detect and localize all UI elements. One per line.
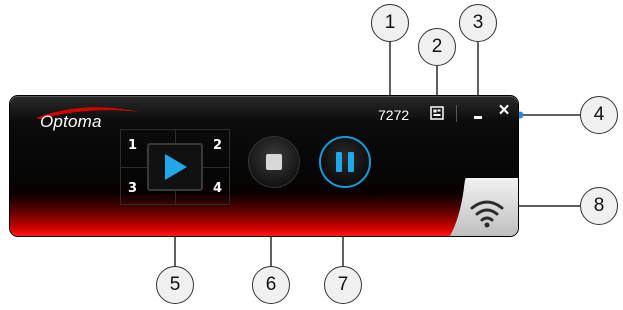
callout-7: 7 [324,266,362,304]
quadrant-3-button[interactable]: 3 [128,181,137,196]
qr-code-icon [430,106,444,120]
title-divider [456,105,457,122]
callout-6: 6 [252,266,290,304]
play-icon [165,154,187,180]
stop-icon [266,154,282,170]
quadrant-2-button[interactable]: 2 [213,138,222,153]
pause-icon [336,152,342,172]
callout-5: 5 [156,266,194,304]
wifi-button[interactable] [450,178,518,236]
login-code: 7272 [378,107,410,123]
close-button[interactable]: × [495,100,513,122]
callout-8: 8 [580,187,618,225]
play-fullscreen-button[interactable] [147,143,203,191]
split-screen-selector: 1 2 3 4 [120,129,230,205]
callout-4: 4 [580,96,618,134]
quadrant-1-button[interactable]: 1 [128,138,137,153]
callout-3: 3 [459,4,497,42]
brand-logo: Optoma [40,112,102,131]
pause-button[interactable] [319,136,371,188]
stop-button[interactable] [248,136,300,188]
callout-1: 1 [371,4,409,42]
projection-app-window: Optoma 7272 × 1 2 3 4 [10,96,518,236]
wifi-icon [450,178,518,236]
quadrant-4-button[interactable]: 4 [213,181,222,196]
qr-code-button[interactable] [430,106,444,120]
pause-icon-bar [348,152,354,172]
callout-2: 2 [418,28,456,66]
minimize-button[interactable] [471,104,487,122]
